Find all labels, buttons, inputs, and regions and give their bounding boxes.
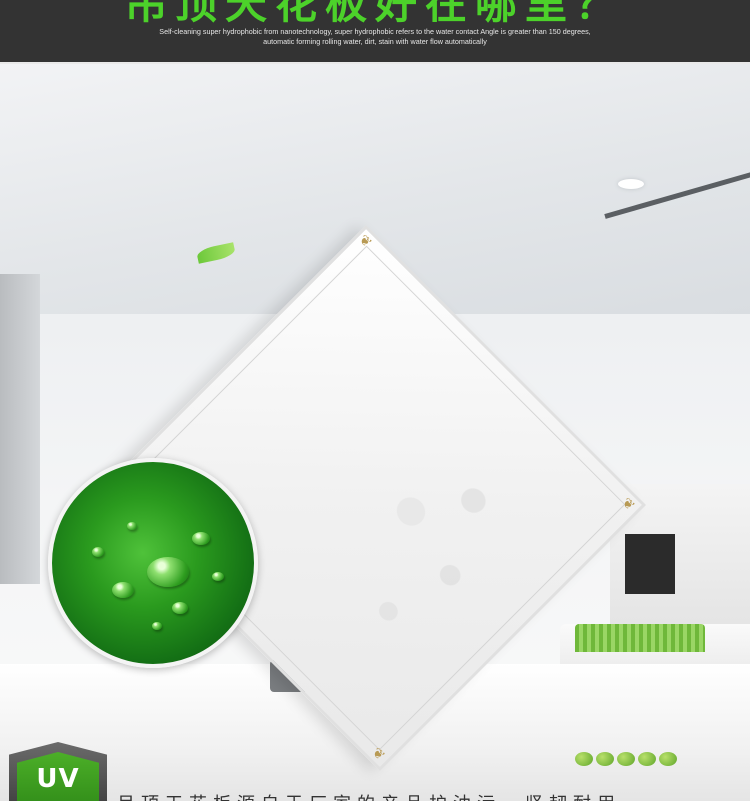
uv-badge-label: UV: [36, 764, 80, 794]
product-page: 吊顶天花板好在哪里？ Self-cleaning super hydrophob…: [0, 0, 750, 801]
limes: [575, 752, 677, 766]
lime: [575, 752, 593, 766]
lime: [617, 752, 635, 766]
header-banner: 吊顶天花板好在哪里？ Self-cleaning super hydrophob…: [0, 0, 750, 62]
corner-ornament-icon: ❦: [619, 494, 639, 514]
uv-badge: UV: [9, 742, 107, 801]
corner-ornament-icon: ❦: [369, 744, 389, 764]
water-drop: [147, 557, 189, 587]
shelf: [625, 534, 675, 594]
water-drop: [172, 602, 188, 614]
water-drop: [127, 522, 137, 530]
water-drop: [152, 622, 162, 630]
water-drop: [92, 547, 104, 557]
feature-caption: 吊顶天花板源自于厂家的产品护油污，坚韧耐用: [117, 790, 621, 801]
lime: [659, 752, 677, 766]
water-drop: [192, 532, 210, 545]
lime: [596, 752, 614, 766]
water-drop: [112, 582, 134, 598]
lime: [638, 752, 656, 766]
plants: [575, 624, 705, 652]
left-wall: [0, 274, 40, 584]
corner-ornament-icon: ❦: [356, 231, 376, 251]
ceiling-light: [618, 179, 644, 189]
banner-subtitle: Self-cleaning super hydrophobic from nan…: [159, 27, 591, 46]
water-droplet-image: [48, 458, 258, 668]
water-drop: [212, 572, 224, 581]
